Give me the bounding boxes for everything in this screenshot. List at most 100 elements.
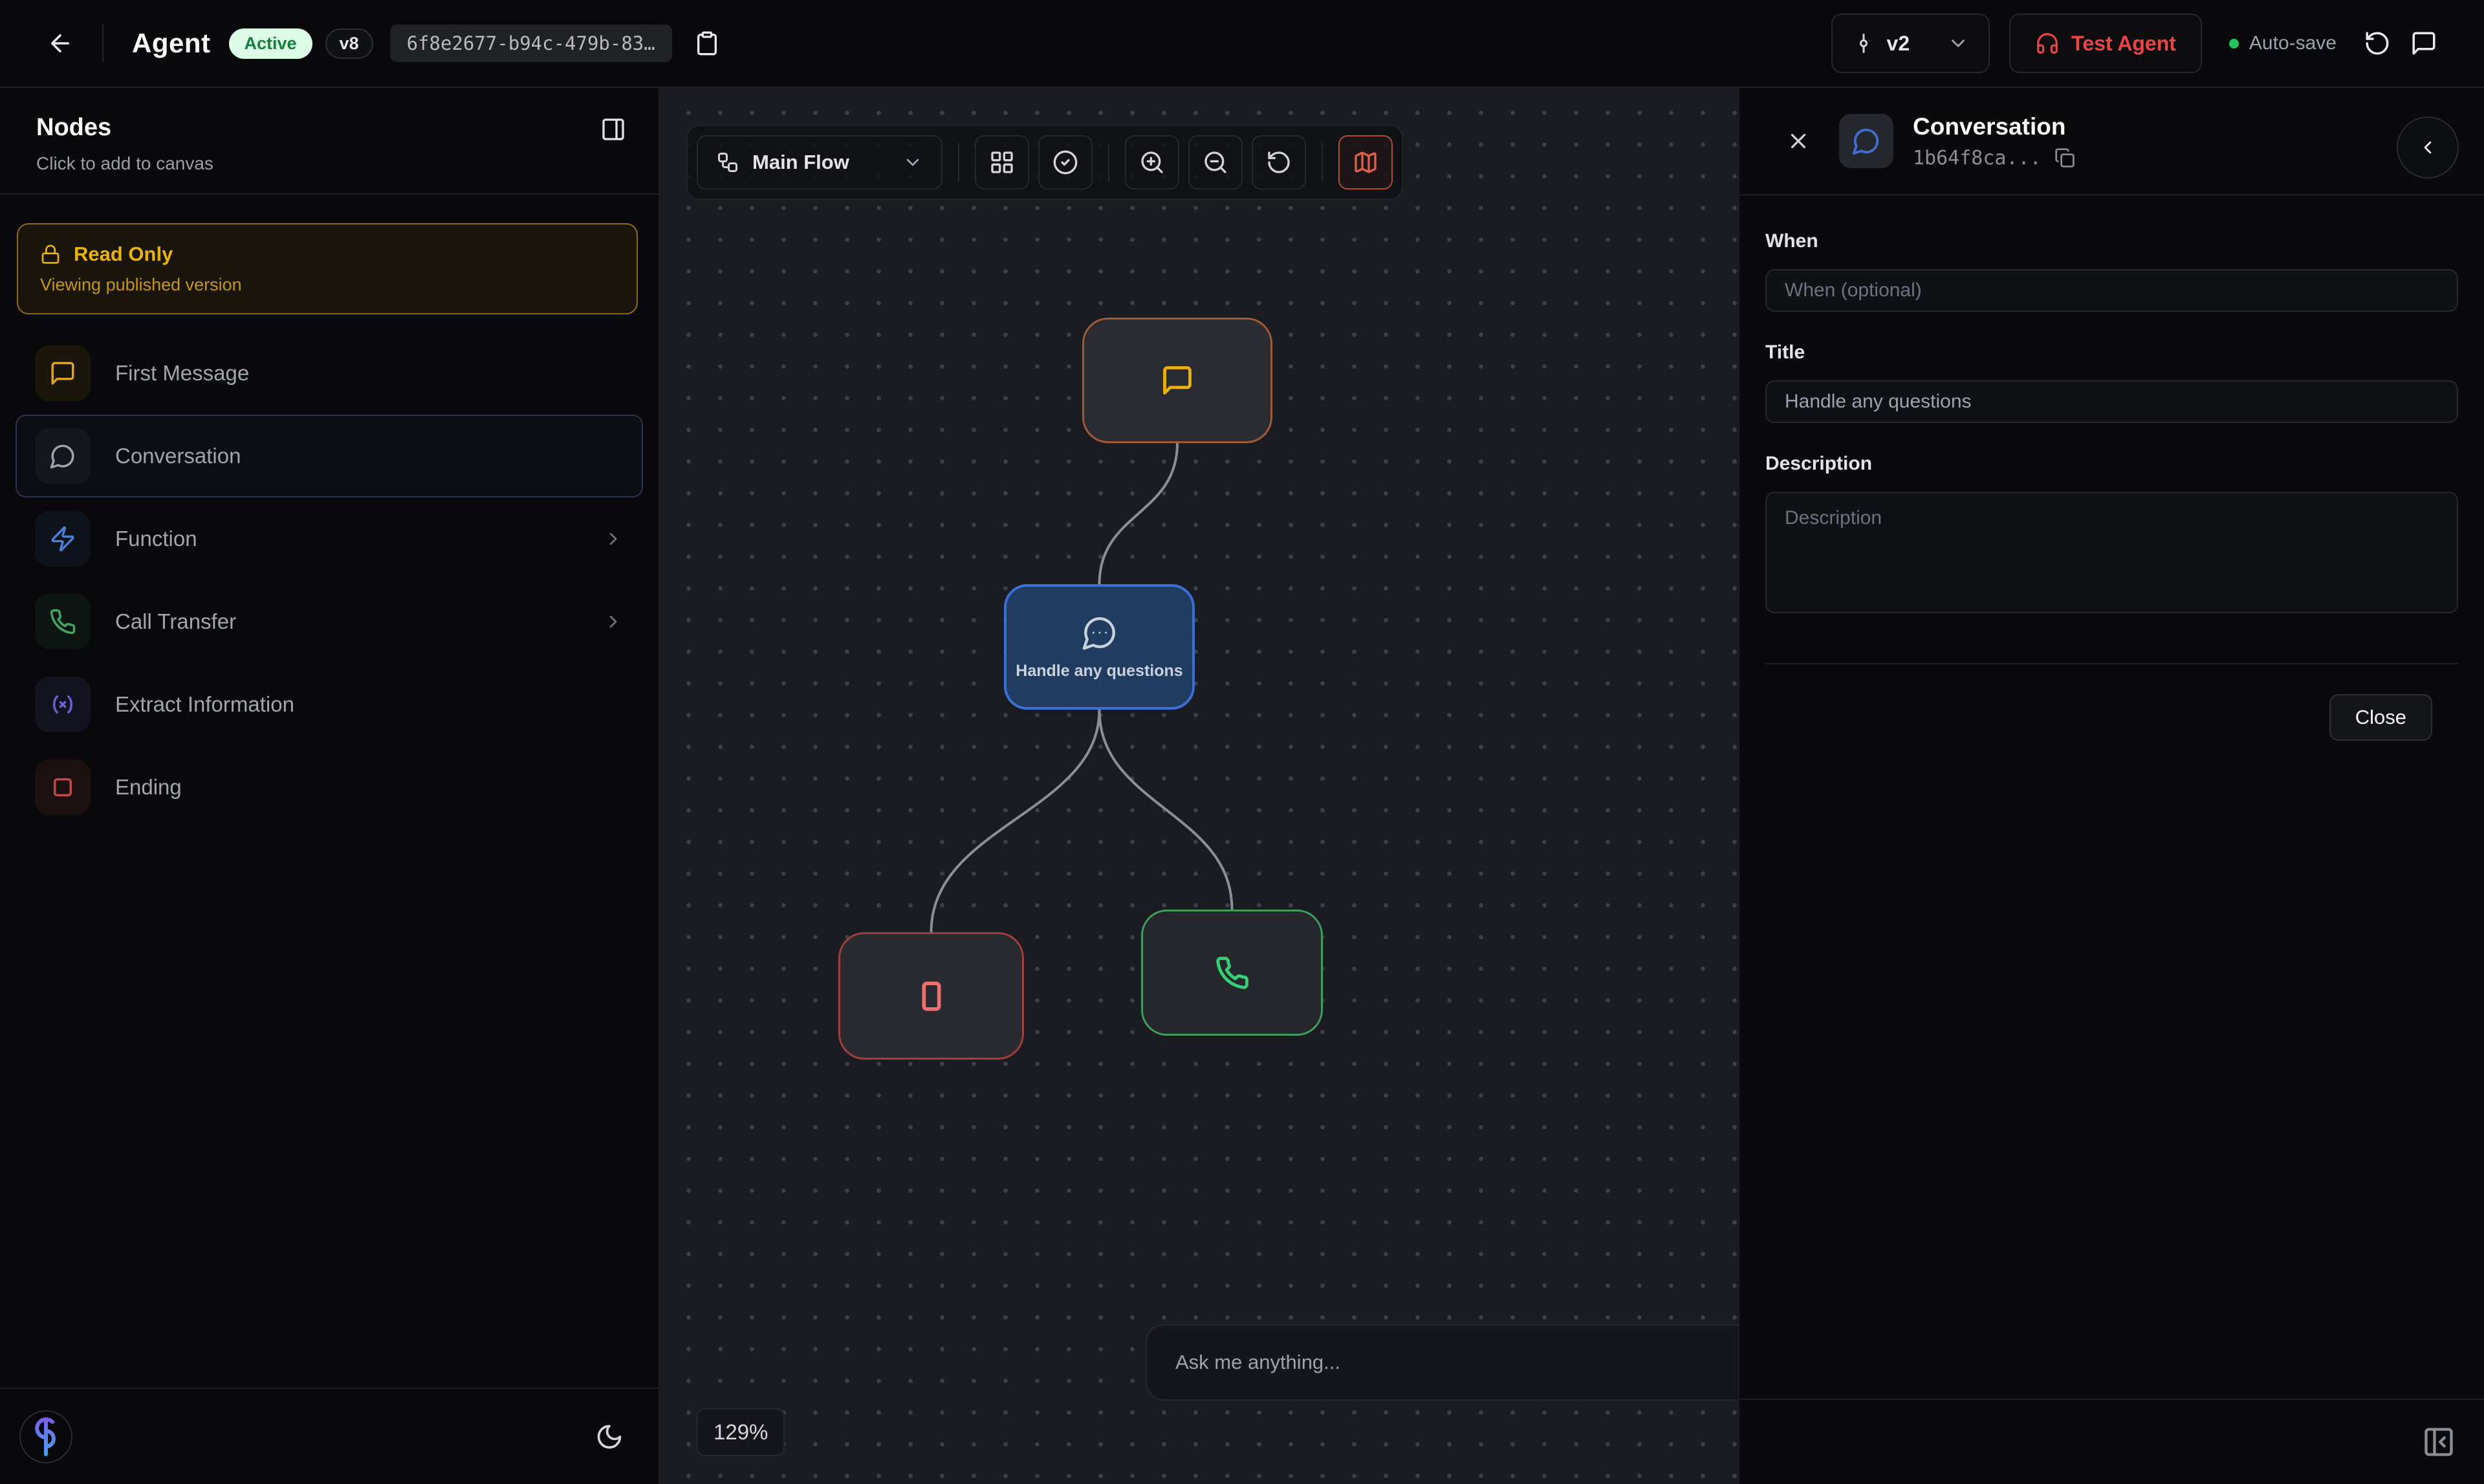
layout-grid-icon — [989, 149, 1015, 175]
panel-right-icon — [600, 116, 626, 142]
clipboard-icon — [694, 30, 720, 56]
agent-id[interactable]: 6f8e2677-b94c-479b-83… — [390, 25, 672, 62]
divider — [958, 143, 959, 182]
message-square-icon — [1160, 364, 1194, 397]
divider — [1108, 143, 1109, 182]
lock-icon — [40, 244, 61, 265]
close-button[interactable]: Close — [2329, 694, 2432, 741]
workflow-icon — [716, 151, 739, 174]
sidebar-item-conversation[interactable]: Conversation — [16, 415, 643, 497]
panel-left-close-icon — [2422, 1425, 2456, 1459]
close-icon — [1786, 129, 1811, 153]
version-selector-value: v2 — [1887, 32, 1910, 56]
ask-ai-input[interactable] — [1175, 1351, 1724, 1374]
sidebar-item-extract-information[interactable]: Extract Information — [16, 663, 643, 746]
copy-node-id-button[interactable] — [2054, 147, 2075, 168]
chevron-down-icon — [1947, 32, 1969, 54]
nodes-sidebar: Nodes Click to add to canvas Read Only V… — [0, 88, 660, 1484]
description-textarea[interactable] — [1765, 492, 2458, 613]
collapse-panel-button[interactable] — [2422, 1425, 2456, 1459]
node-first-message[interactable] — [1082, 318, 1272, 443]
sidebar-item-label: Conversation — [115, 444, 241, 468]
chevron-down-icon — [902, 152, 923, 173]
title-label: Title — [1765, 342, 2458, 364]
page-title: Agent — [132, 28, 211, 59]
divider — [102, 25, 104, 62]
sidebar-item-first-message[interactable]: First Message — [16, 332, 643, 415]
zap-icon — [35, 511, 91, 567]
chevron-right-icon — [603, 611, 624, 632]
zoom-in-button[interactable] — [1125, 135, 1179, 190]
theme-toggle-button[interactable] — [595, 1423, 624, 1451]
readonly-banner: Read Only Viewing published version — [17, 223, 638, 314]
moon-icon — [595, 1423, 624, 1451]
git-commit-icon — [1852, 32, 1875, 55]
feedback-button[interactable] — [2410, 30, 2437, 57]
message-square-icon — [2410, 30, 2437, 57]
sidebar-item-label: Function — [115, 527, 197, 551]
flow-selector[interactable]: Main Flow — [697, 135, 942, 190]
copy-agent-id-button[interactable] — [694, 30, 720, 56]
panel-collapse-button[interactable] — [2397, 116, 2459, 179]
description-label: Description — [1765, 453, 2458, 475]
sidebar-header: Nodes Click to add to canvas — [0, 88, 659, 195]
node-id: 1b64f8ca... — [1913, 147, 2042, 169]
panel-title: Conversation — [1913, 113, 2075, 140]
sidebar-item-label: Call Transfer — [115, 609, 236, 634]
flow-selector-value: Main Flow — [752, 151, 849, 174]
node-ending[interactable] — [838, 932, 1024, 1060]
square-icon — [35, 759, 91, 815]
message-circle-icon — [35, 428, 91, 484]
zoom-out-icon — [1203, 149, 1228, 175]
map-icon — [1353, 149, 1378, 175]
node-call-transfer[interactable] — [1141, 910, 1323, 1036]
sidebar-subtitle: Click to add to canvas — [36, 153, 626, 174]
sidebar-item-function[interactable]: Function — [16, 497, 643, 580]
version-badge: v8 — [325, 28, 373, 59]
flow-edges — [660, 88, 1738, 1484]
sidebar-item-label: Ending — [115, 775, 182, 800]
sidebar-item-ending[interactable]: Ending — [16, 746, 643, 829]
reset-view-button[interactable] — [1252, 135, 1306, 190]
sidebar-item-label: First Message — [115, 361, 249, 386]
message-square-icon — [35, 345, 91, 401]
autosave-dot — [2229, 39, 2239, 49]
headphones-icon — [2035, 31, 2060, 56]
collapse-sidebar-button[interactable] — [600, 116, 626, 142]
history-button[interactable] — [2364, 30, 2391, 57]
zoom-out-button[interactable] — [1188, 135, 1243, 190]
sidebar-item-call-transfer[interactable]: Call Transfer — [16, 580, 643, 663]
test-agent-label: Test Agent — [2071, 32, 2176, 56]
node-conversation[interactable]: Handle any questions — [1004, 584, 1195, 710]
topbar: Agent Active v8 6f8e2677-b94c-479b-83… v… — [0, 0, 2484, 88]
version-selector[interactable]: v2 — [1831, 14, 1990, 73]
parentheses-x-icon — [35, 677, 91, 732]
phone-icon — [35, 594, 91, 649]
minimap-toggle-button[interactable] — [1338, 135, 1393, 190]
chevron-right-icon — [603, 529, 624, 549]
test-agent-button[interactable]: Test Agent — [2009, 14, 2202, 73]
auto-layout-button[interactable] — [975, 135, 1029, 190]
node-type-list: First Message Conversation Function — [16, 332, 643, 829]
message-circle-more-icon — [1081, 614, 1118, 651]
sidebar-footer — [0, 1388, 659, 1484]
sidebar-item-label: Extract Information — [115, 692, 294, 717]
arrow-left-icon — [47, 30, 74, 57]
ask-ai-bar[interactable] — [1146, 1324, 1738, 1401]
panel-body: When Title Description Close — [1739, 195, 2484, 741]
panel-close-button[interactable] — [1786, 129, 1811, 153]
autosave-status: Auto-save — [2229, 32, 2337, 54]
node-label: Handle any questions — [1016, 662, 1182, 681]
chevron-left-icon — [2417, 137, 2438, 158]
back-button[interactable] — [47, 30, 74, 57]
validate-button[interactable] — [1038, 135, 1093, 190]
when-input[interactable] — [1765, 269, 2458, 312]
readonly-subtitle: Viewing published version — [40, 275, 615, 295]
zoom-level-badge[interactable]: 129% — [697, 1408, 785, 1456]
zoom-in-icon — [1139, 149, 1165, 175]
title-input[interactable] — [1765, 380, 2458, 423]
message-circle-icon — [1839, 114, 1893, 168]
flow-canvas[interactable]: Main Flow — [660, 88, 1738, 1484]
when-label: When — [1765, 230, 2458, 252]
rectangle-icon — [913, 978, 950, 1014]
